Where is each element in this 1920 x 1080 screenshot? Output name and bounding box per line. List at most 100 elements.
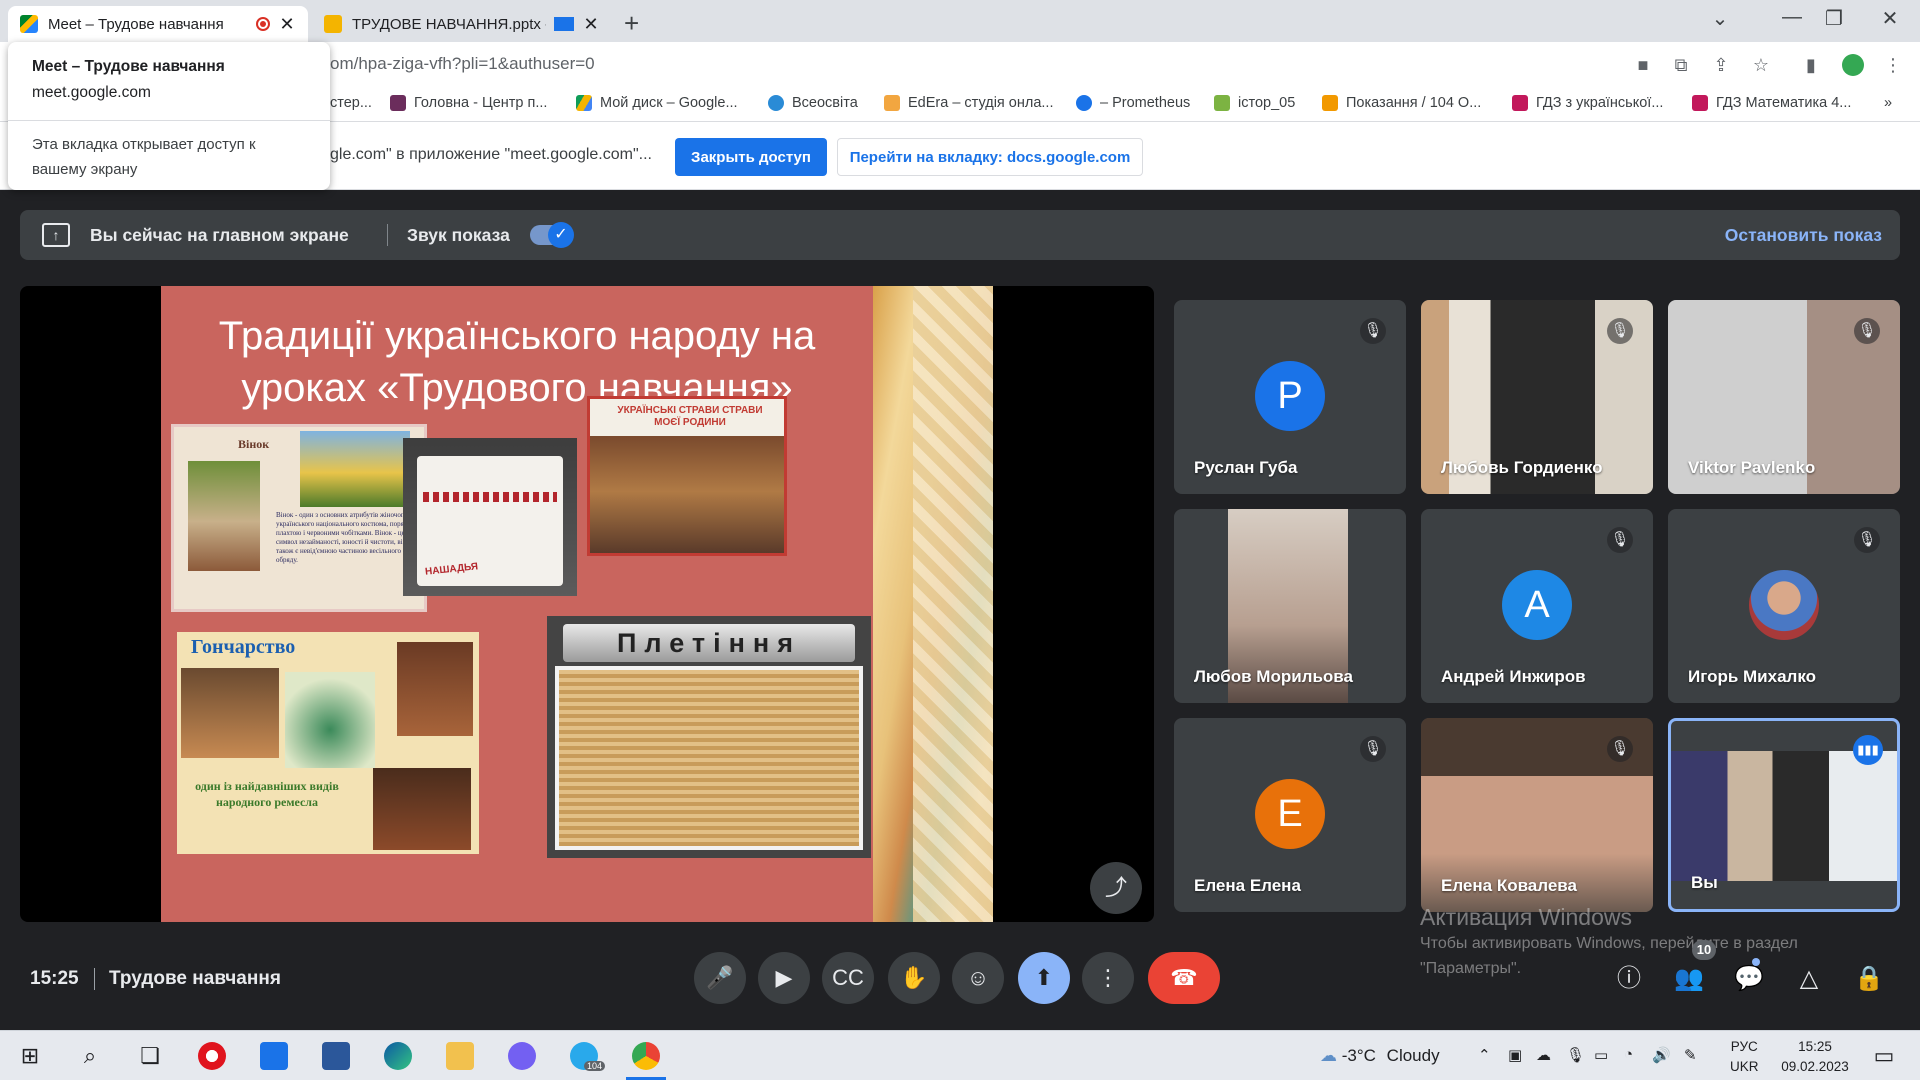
tab-search-chevron-icon[interactable]: ⌄ [1700, 6, 1740, 31]
people-icon[interactable]: 👥 [1674, 964, 1704, 994]
onedrive-icon[interactable]: ☁ [1536, 1046, 1551, 1064]
bookmark-star-icon[interactable]: ☆ [1750, 54, 1772, 76]
camera-button[interactable]: ▶ [758, 952, 810, 1004]
presenting-text: Вы сейчас на главном экране [90, 225, 349, 245]
bookmark-item[interactable]: Всеосвіта [768, 95, 858, 111]
present-button[interactable]: ⬆ [1018, 952, 1070, 1004]
activities-icon[interactable]: △ [1794, 964, 1824, 994]
participant-name: Руслан Губа [1194, 458, 1298, 477]
participant-tile[interactable]: P 🎙 Руслан Губа [1174, 300, 1406, 494]
wifi-icon[interactable]: ◔ [1624, 1046, 1633, 1063]
minimize-icon[interactable]: — [1772, 6, 1812, 29]
address-bar[interactable]: om/hpa-ziga-vfh?pli=1&authuser=0 [330, 54, 595, 74]
volume-icon[interactable]: 🔊 [1652, 1046, 1671, 1064]
profile-avatar[interactable] [1842, 54, 1864, 76]
self-tile[interactable]: ▮▮▮ Вы [1668, 718, 1900, 912]
share-icon[interactable]: ⤴ [1090, 862, 1142, 914]
more-options-button[interactable]: ⋮ [1082, 952, 1134, 1004]
taskbar-clock[interactable]: 15:25 09.02.2023 [1770, 1037, 1860, 1077]
opera-icon[interactable] [198, 1042, 226, 1070]
pottery-photo [373, 768, 471, 850]
close-tab-icon[interactable]: ✕ [582, 14, 600, 35]
checkmark-icon[interactable]: ✓ [548, 222, 574, 248]
restore-icon[interactable]: ❐ [1814, 6, 1854, 31]
bookmark-item[interactable]: ГДЗ з української... [1512, 95, 1663, 111]
meeting-info-icon[interactable]: ⓘ [1614, 964, 1644, 994]
go-to-tab-button[interactable]: Перейти на вкладку: docs.google.com [837, 138, 1143, 176]
close-tab-icon[interactable]: ✕ [278, 14, 296, 35]
emoji-button[interactable]: ☺ [952, 952, 1004, 1004]
file-explorer-icon[interactable] [446, 1042, 474, 1070]
edge-icon[interactable] [384, 1042, 412, 1070]
bookmark-item[interactable]: – Prometheus [1076, 95, 1190, 111]
microphone-tray-icon[interactable]: 🎙 [1566, 1046, 1585, 1064]
bookmark-label: Всеосвіта [792, 95, 858, 111]
bookmark-item[interactable]: EdEra – студія онла... [884, 95, 1054, 111]
microphone-button[interactable]: 🎤 [694, 952, 746, 1004]
windows-start-icon[interactable]: ⊞ [16, 1042, 44, 1070]
weather-widget[interactable]: ☁ -3°C Cloudy [1320, 1046, 1440, 1066]
weaving-picture: Плетіння [547, 616, 871, 858]
stop-presenting-link[interactable]: Остановить показ [1725, 225, 1882, 246]
present-screen-icon: ↑ [42, 223, 70, 247]
participants-count-badge: 10 [1692, 940, 1716, 960]
tab-title: ТРУДОВЕ НАВЧАННЯ.pptx - [352, 15, 546, 33]
show-hidden-icons-chevron-icon[interactable]: ⌃ [1478, 1046, 1491, 1064]
camera-icon[interactable]: ■ [1632, 54, 1654, 76]
participant-tile[interactable]: 🎙 Viktor Pavlenko [1668, 300, 1900, 494]
pen-icon[interactable]: ✎ [1684, 1046, 1697, 1064]
task-view-icon[interactable]: ❏ [136, 1042, 164, 1070]
tab-hover-card: Meet – Трудове навчання meet.google.com … [8, 42, 330, 190]
dishes-label: УКРАЇНСЬКІ СТРАВИ СТРАВИ МОЄЇ РОДИНИ [617, 405, 763, 428]
bookmark-label: стер... [330, 95, 372, 111]
close-window-icon[interactable]: ✕ [1870, 6, 1910, 31]
bookmark-item[interactable]: Показання / 104 О... [1322, 95, 1481, 111]
mail-icon[interactable] [260, 1042, 288, 1070]
stop-sharing-button[interactable]: Закрыть доступ [675, 138, 827, 176]
language-indicator[interactable]: РУС UKR [1730, 1037, 1759, 1077]
pottery-label: Гончарство [191, 636, 296, 658]
bookmark-item[interactable]: стер... [330, 95, 372, 111]
footer-divider [94, 968, 95, 990]
mic-off-icon: 🎙 [1360, 736, 1386, 762]
participant-tile[interactable]: 🎙 Любовь Гордиенко [1421, 300, 1653, 494]
new-tab-button[interactable]: + [624, 8, 639, 39]
menu-kebab-icon[interactable]: ⋮ [1882, 54, 1904, 76]
viber-icon[interactable] [508, 1042, 536, 1070]
word-icon[interactable] [322, 1042, 350, 1070]
participant-name: Андрей Инжиров [1441, 667, 1586, 686]
participant-tile[interactable]: 🎙 Елена Ковалева [1421, 718, 1653, 912]
towel-picture: НАШАДЬЯ [403, 438, 577, 596]
battery-icon[interactable]: ▭ [1594, 1046, 1608, 1064]
chrome-icon[interactable] [632, 1042, 660, 1070]
telegram-badge: 104 [584, 1061, 606, 1071]
bookmark-item[interactable]: істор_05 [1214, 95, 1295, 111]
more-bookmarks-button[interactable]: » [1884, 95, 1892, 111]
slide-ornament [913, 286, 993, 922]
side-panel-icon[interactable]: ▮ [1800, 54, 1822, 76]
bookmark-item[interactable]: Головна - Центр п... [390, 95, 547, 111]
participant-tile[interactable]: 🎙 Игорь Михалко [1668, 509, 1900, 703]
raise-hand-button[interactable]: ✋ [888, 952, 940, 1004]
weather-temp: -3°C [1341, 1046, 1376, 1065]
chat-icon[interactable]: 💬 [1734, 964, 1764, 994]
search-icon[interactable]: ⌕ [76, 1042, 104, 1070]
bookmark-icon [1214, 95, 1230, 111]
bookmark-item[interactable]: Мой диск – Google... [576, 95, 738, 111]
captions-button[interactable]: CC [822, 952, 874, 1004]
participant-tile[interactable]: E 🎙 Елена Елена [1174, 718, 1406, 912]
tab-slides[interactable]: ТРУДОВЕ НАВЧАННЯ.pptx - ✕ [312, 6, 612, 42]
participant-tile[interactable]: Любов Морильова [1174, 509, 1406, 703]
open-external-icon[interactable]: ⧉ [1670, 54, 1692, 76]
leave-call-button[interactable]: ☎ [1148, 952, 1220, 1004]
bookmark-item[interactable]: ГДЗ Математика 4... [1692, 95, 1851, 111]
presenting-banner: ↑ Вы сейчас на главном экране Звук показ… [20, 210, 1900, 260]
tray-app-icon[interactable]: ▣ [1508, 1046, 1522, 1064]
tab-meet[interactable]: Meet – Трудове навчання ✕ [8, 6, 308, 42]
vinok-picture: Вінок Вінок - один з основних атрибутів … [171, 424, 427, 612]
notifications-icon[interactable]: ▭ [1870, 1042, 1898, 1070]
participant-tile[interactable]: A 🎙 Андрей Инжиров [1421, 509, 1653, 703]
screen-share-icon [554, 17, 574, 31]
host-controls-icon[interactable]: 🔒 [1854, 964, 1884, 994]
share-page-icon[interactable]: ⇪ [1710, 54, 1732, 76]
